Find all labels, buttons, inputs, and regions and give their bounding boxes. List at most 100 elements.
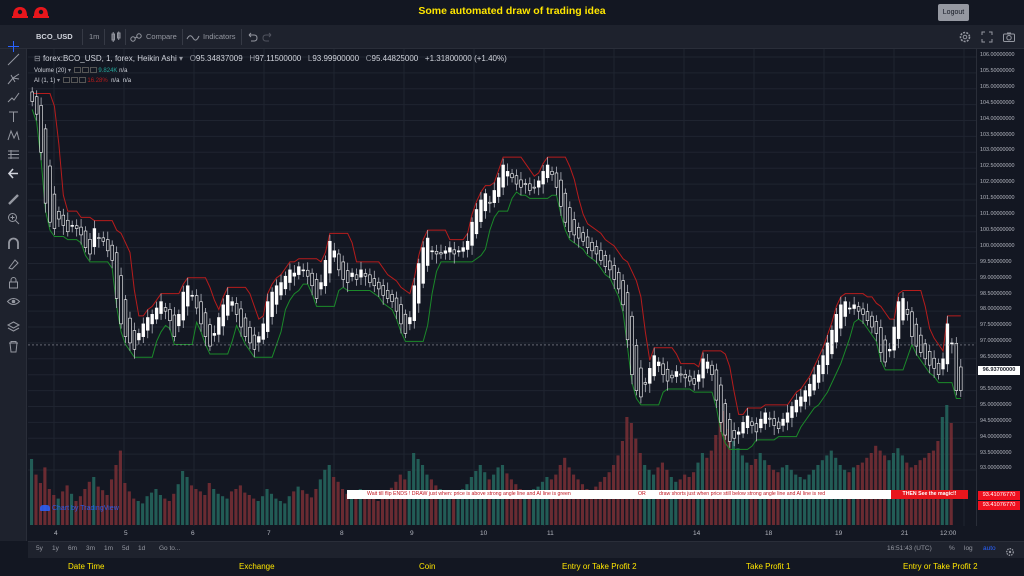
visibility-icon[interactable] bbox=[73, 67, 81, 74]
candle bbox=[257, 336, 261, 343]
trash-icon[interactable] bbox=[6, 339, 21, 354]
prediction-icon[interactable] bbox=[6, 147, 21, 162]
brush-icon[interactable] bbox=[6, 90, 21, 105]
candle bbox=[532, 186, 536, 189]
candle bbox=[270, 291, 274, 317]
range-button-1m[interactable]: 1m bbox=[104, 545, 113, 552]
table-column-header[interactable]: Coin bbox=[419, 562, 435, 571]
settings-mini-icon[interactable] bbox=[81, 67, 89, 74]
volume-bar bbox=[798, 477, 802, 525]
candle bbox=[448, 247, 452, 253]
timebar-settings-icon[interactable] bbox=[1005, 544, 1015, 556]
redo-icon[interactable] bbox=[261, 30, 275, 44]
ai-label[interactable]: AI (1, 1) bbox=[34, 78, 55, 84]
range-button-1y[interactable]: 1y bbox=[52, 545, 59, 552]
logout-button[interactable]: Logout bbox=[938, 4, 969, 21]
range-button-5y[interactable]: 5y bbox=[36, 545, 43, 552]
range-button-6m[interactable]: 6m bbox=[68, 545, 77, 552]
back-arrow-icon[interactable] bbox=[6, 166, 21, 181]
candle bbox=[670, 374, 674, 379]
tradingview-watermark[interactable]: Chart by TradingView bbox=[40, 505, 119, 512]
candle bbox=[203, 312, 208, 337]
message-part-2: OR bbox=[638, 491, 646, 497]
legend-symbol[interactable]: forex:BCO_USD, 1, forex, Heikin Ashi bbox=[43, 54, 177, 63]
candle bbox=[941, 358, 945, 370]
price-axis-label: 103.50000000 bbox=[980, 131, 1015, 138]
table-column-header[interactable]: Date Time bbox=[68, 562, 104, 571]
visibility-icon[interactable] bbox=[62, 77, 70, 84]
candle bbox=[137, 333, 141, 341]
lock-icon[interactable] bbox=[6, 275, 21, 290]
table-column-header[interactable]: Exchange bbox=[239, 562, 275, 571]
camera-icon[interactable] bbox=[1002, 30, 1016, 44]
table-column-header[interactable]: Entry or Take Profit 2 bbox=[562, 562, 637, 571]
candle bbox=[781, 418, 785, 426]
compare-button[interactable]: Compare bbox=[146, 25, 177, 49]
candle bbox=[328, 240, 332, 274]
price-chart[interactable] bbox=[28, 49, 976, 526]
volume-bar bbox=[372, 498, 376, 525]
volume-label[interactable]: Volume (20) bbox=[34, 68, 66, 74]
candle bbox=[577, 227, 581, 239]
trend-line-icon[interactable] bbox=[6, 52, 21, 67]
candle bbox=[483, 193, 488, 212]
volume-bar bbox=[38, 483, 42, 525]
candle bbox=[119, 275, 123, 325]
compare-icon[interactable] bbox=[129, 30, 143, 44]
range-button-5d[interactable]: 5d bbox=[122, 545, 129, 552]
volume-bar bbox=[936, 441, 940, 525]
candle bbox=[554, 172, 559, 188]
volume-bar bbox=[398, 474, 402, 525]
candle bbox=[234, 303, 239, 315]
candle bbox=[363, 273, 368, 277]
table-column-header[interactable]: Entry or Take Profit 2 bbox=[903, 562, 978, 571]
candle bbox=[381, 285, 385, 296]
interval-button[interactable]: 1m bbox=[89, 25, 99, 49]
goto-button[interactable]: Go to... bbox=[159, 545, 180, 552]
text-icon[interactable] bbox=[6, 109, 21, 124]
magnet-icon[interactable] bbox=[6, 237, 21, 252]
candle bbox=[39, 105, 43, 153]
volume-value: 9.824K bbox=[98, 68, 118, 74]
lock-drawing-icon[interactable] bbox=[6, 256, 21, 271]
volume-bar bbox=[469, 477, 473, 525]
candle bbox=[408, 317, 412, 325]
close-mini-icon[interactable] bbox=[78, 77, 86, 84]
range-button-3m[interactable]: 3m bbox=[86, 545, 95, 552]
zoom-in-icon[interactable] bbox=[6, 211, 21, 226]
percent-toggle[interactable]: % bbox=[949, 545, 955, 552]
volume-bar bbox=[252, 498, 256, 525]
candle bbox=[816, 364, 821, 383]
volume-bar bbox=[172, 493, 176, 525]
candle bbox=[696, 374, 701, 382]
price-axis-label: 96.50000000 bbox=[980, 354, 1012, 361]
undo-icon[interactable] bbox=[245, 30, 259, 44]
symbol-search-button[interactable]: BCO_USD bbox=[28, 25, 81, 49]
settings-icon[interactable] bbox=[958, 30, 972, 44]
range-button-1d[interactable]: 1d bbox=[138, 545, 145, 552]
candle bbox=[581, 232, 585, 242]
time-axis-label: 19 bbox=[835, 530, 843, 537]
candle bbox=[279, 282, 283, 296]
candle bbox=[625, 292, 630, 341]
layers-icon[interactable] bbox=[6, 320, 21, 335]
indicators-button[interactable]: Indicators bbox=[203, 25, 236, 49]
time-axis[interactable] bbox=[28, 526, 976, 541]
pattern-icon[interactable] bbox=[6, 128, 21, 143]
eye-icon[interactable] bbox=[6, 294, 21, 309]
fullscreen-icon[interactable] bbox=[980, 30, 994, 44]
ruler-icon[interactable] bbox=[6, 192, 21, 207]
indicators-icon[interactable] bbox=[186, 30, 200, 44]
auto-toggle[interactable]: auto bbox=[983, 545, 996, 552]
table-column-header[interactable]: Take Profit 1 bbox=[746, 562, 790, 571]
log-toggle[interactable]: log bbox=[964, 545, 973, 552]
settings-mini-icon[interactable] bbox=[70, 77, 78, 84]
candle bbox=[488, 201, 492, 204]
candle bbox=[177, 314, 181, 327]
chart-pane[interactable] bbox=[28, 49, 1024, 541]
chart-type-icon[interactable] bbox=[109, 30, 123, 44]
time-axis-label: 8 bbox=[340, 530, 344, 537]
watermark-text[interactable]: Chart by TradingView bbox=[52, 505, 119, 512]
pitchfork-icon[interactable] bbox=[6, 71, 21, 86]
close-mini-icon[interactable] bbox=[89, 67, 97, 74]
